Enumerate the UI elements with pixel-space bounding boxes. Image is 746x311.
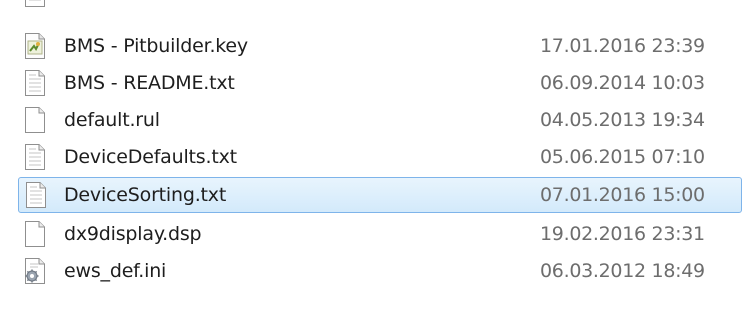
text-file-icon [25,177,53,213]
text-file-icon [24,139,52,175]
key-file-icon [24,28,52,64]
file-row[interactable]: BMS - Pitbuilder.key 17.01.2016 23:39 [18,28,742,64]
file-date: 04.05.2013 19:34 [540,109,705,131]
file-date: 05.06.2015 07:10 [540,146,705,168]
file-name: BMS - Pitbuilder.key [64,35,248,57]
file-name: DeviceSorting.txt [64,184,227,206]
file-name: dx9display.dsp [64,223,202,245]
file-name: BMS - README.txt [64,72,235,94]
file-date: 07.01.2016 15:00 [540,184,705,206]
text-file-icon [24,0,52,12]
file-row[interactable]: BMS - README.txt 06.09.2014 10:03 [18,65,742,101]
file-row-selected[interactable]: DeviceSorting.txt 07.01.2016 15:00 [18,177,742,213]
file-name: DeviceDefaults.txt [64,146,237,168]
text-file-icon [24,65,52,101]
file-date: 06.09.2014 10:03 [540,72,705,94]
file-row-partial[interactable] [18,0,742,12]
file-name: ews_def.ini [64,260,167,282]
settings-file-icon [24,253,52,289]
file-date: 17.01.2016 23:39 [540,35,705,57]
file-list: BMS - Pitbuilder.key 17.01.2016 23:39 BM… [0,0,746,311]
blank-file-icon [24,102,52,138]
file-row[interactable]: default.rul 04.05.2013 19:34 [18,102,742,138]
file-date: 19.02.2016 23:31 [540,223,705,245]
file-row[interactable]: dx9display.dsp 19.02.2016 23:31 [18,216,742,252]
blank-file-icon [24,216,52,252]
file-name: default.rul [64,109,160,131]
file-date: 06.03.2012 18:49 [540,260,705,282]
file-row[interactable]: ews_def.ini 06.03.2012 18:49 [18,253,742,289]
file-row[interactable]: DeviceDefaults.txt 05.06.2015 07:10 [18,139,742,175]
